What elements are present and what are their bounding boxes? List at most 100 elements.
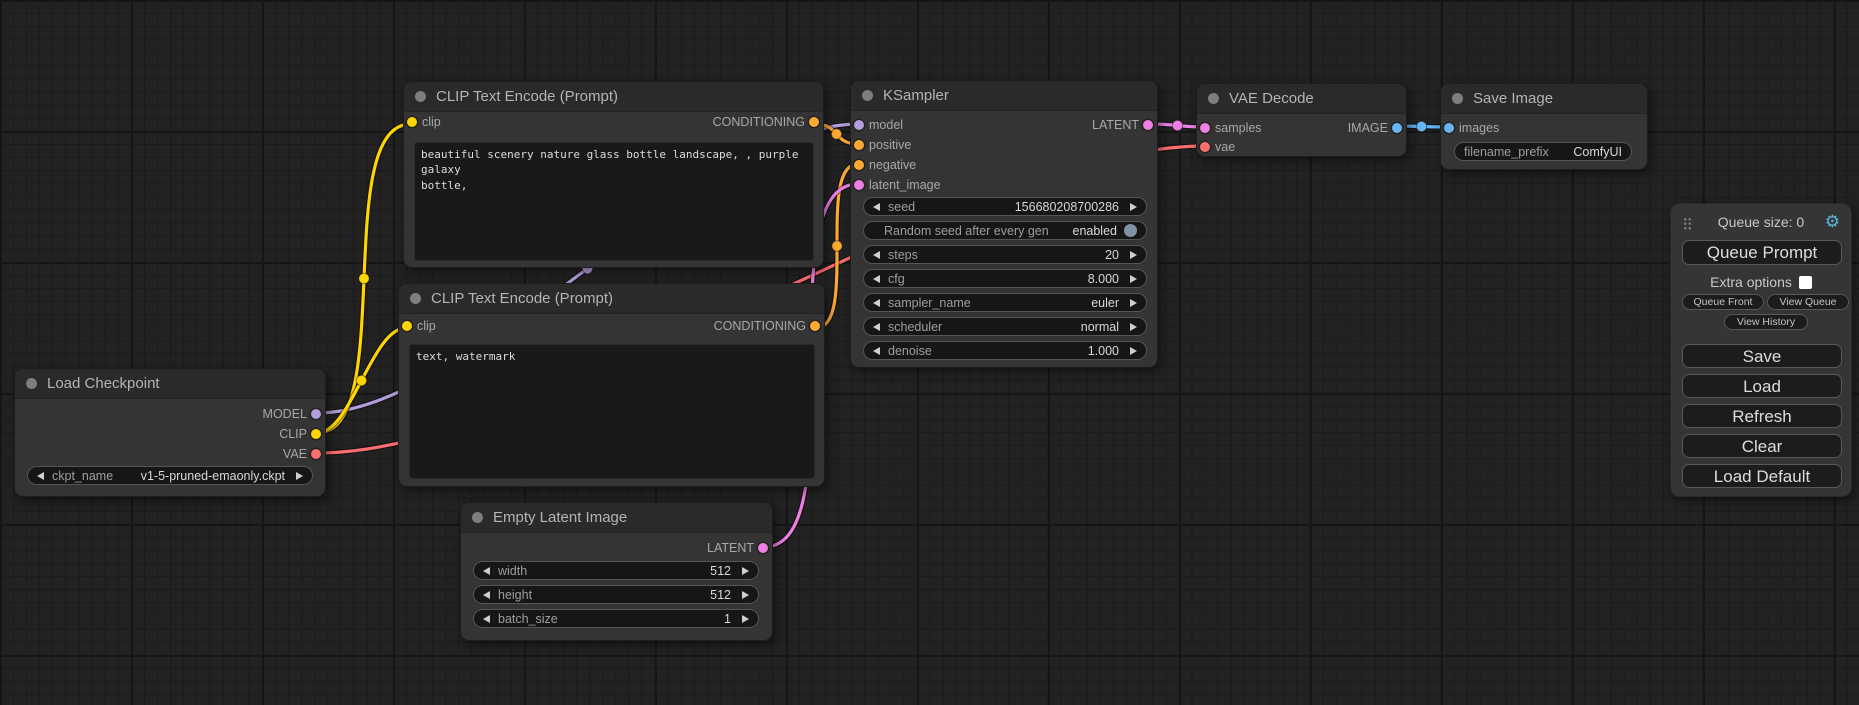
- widget-cfg[interactable]: cfg 8.000: [863, 269, 1147, 288]
- node-title-bar[interactable]: KSampler: [851, 81, 1157, 111]
- widget-value: ComfyUI: [1573, 145, 1622, 159]
- widget-width[interactable]: width 512: [473, 561, 759, 580]
- collapse-dot-icon[interactable]: [410, 293, 421, 304]
- input-slot-latent-image[interactable]: [854, 180, 864, 190]
- node-title-bar[interactable]: Load Checkpoint: [15, 369, 325, 399]
- collapse-dot-icon[interactable]: [1208, 93, 1219, 104]
- comfyui-canvas[interactable]: { "colors": { "MODEL": "#B39DDB", "CLIP"…: [0, 0, 1859, 705]
- output-slot-conditioning[interactable]: [809, 117, 819, 127]
- increment-arrow-icon[interactable]: [1130, 251, 1137, 259]
- input-slot-positive[interactable]: [854, 140, 864, 150]
- widget-value: v1-5-pruned-emaonly.ckpt: [141, 469, 285, 483]
- decrement-arrow-icon[interactable]: [873, 323, 880, 331]
- node-title-bar[interactable]: CLIP Text Encode (Prompt): [399, 284, 824, 314]
- decrement-arrow-icon[interactable]: [873, 347, 880, 355]
- output-slot-latent[interactable]: [1143, 120, 1153, 130]
- collapse-dot-icon[interactable]: [1452, 93, 1463, 104]
- widget-height[interactable]: height 512: [473, 585, 759, 604]
- queue-front-button[interactable]: Queue Front: [1682, 294, 1764, 310]
- toggle-dot-icon[interactable]: [1124, 224, 1137, 237]
- output-slot-latent[interactable]: [758, 543, 768, 553]
- output-label-conditioning: CONDITIONING: [713, 114, 805, 130]
- node-empty-latent-image[interactable]: Empty Latent Image LATENT width 512 heig…: [460, 502, 773, 641]
- prompt-textarea[interactable]: text, watermark: [409, 344, 815, 479]
- decrement-arrow-icon[interactable]: [873, 203, 880, 211]
- increment-arrow-icon[interactable]: [296, 472, 303, 480]
- widget-value: enabled: [1073, 224, 1118, 238]
- input-slot-clip[interactable]: [402, 321, 412, 331]
- prompt-textarea[interactable]: beautiful scenery nature glass bottle la…: [414, 142, 814, 261]
- node-title-bar[interactable]: CLIP Text Encode (Prompt): [404, 82, 823, 112]
- node-title: Load Checkpoint: [47, 375, 160, 392]
- output-slot-model[interactable]: [311, 409, 321, 419]
- save-button[interactable]: Save: [1682, 344, 1842, 368]
- decrement-arrow-icon[interactable]: [483, 615, 490, 623]
- view-queue-button[interactable]: View Queue: [1767, 294, 1849, 310]
- clear-button[interactable]: Clear: [1682, 434, 1842, 458]
- output-slot-vae[interactable]: [311, 449, 321, 459]
- queue-prompt-button[interactable]: Queue Prompt: [1682, 240, 1842, 265]
- node-save-image[interactable]: Save Image images filename_prefix ComfyU…: [1440, 83, 1648, 170]
- widget-random-seed-toggle[interactable]: Random seed after every gen enabled: [863, 221, 1147, 240]
- increment-arrow-icon[interactable]: [1130, 275, 1137, 283]
- decrement-arrow-icon[interactable]: [37, 472, 44, 480]
- increment-arrow-icon[interactable]: [742, 567, 749, 575]
- output-label-image: IMAGE: [1348, 120, 1388, 136]
- increment-arrow-icon[interactable]: [742, 591, 749, 599]
- node-load-checkpoint[interactable]: Load Checkpoint MODEL CLIP VAE ckpt_name…: [14, 368, 326, 497]
- extra-options-checkbox[interactable]: [1799, 276, 1812, 289]
- input-slot-samples[interactable]: [1200, 123, 1210, 133]
- widget-ckpt-name[interactable]: ckpt_name v1-5-pruned-emaonly.ckpt: [27, 466, 313, 485]
- queue-menu-panel[interactable]: Queue size: 0 ⚙ Queue Prompt Extra optio…: [1670, 203, 1852, 497]
- node-vae-decode[interactable]: VAE Decode samples IMAGE vae: [1196, 83, 1407, 157]
- widget-batch-size[interactable]: batch_size 1: [473, 609, 759, 628]
- increment-arrow-icon[interactable]: [1130, 203, 1137, 211]
- widget-label: batch_size: [498, 612, 558, 626]
- collapse-dot-icon[interactable]: [26, 378, 37, 389]
- input-slot-model[interactable]: [854, 120, 864, 130]
- collapse-dot-icon[interactable]: [415, 91, 426, 102]
- decrement-arrow-icon[interactable]: [873, 299, 880, 307]
- input-slot-negative[interactable]: [854, 160, 864, 170]
- collapse-dot-icon[interactable]: [472, 512, 483, 523]
- node-clip-text-encode-negative[interactable]: CLIP Text Encode (Prompt) clip CONDITION…: [398, 283, 825, 487]
- widget-label: seed: [888, 200, 915, 214]
- settings-gear-icon[interactable]: ⚙: [1825, 212, 1840, 232]
- widget-denoise[interactable]: denoise 1.000: [863, 341, 1147, 360]
- input-slot-clip[interactable]: [407, 117, 417, 127]
- load-default-button[interactable]: Load Default: [1682, 464, 1842, 488]
- widget-scheduler[interactable]: scheduler normal: [863, 317, 1147, 336]
- node-title-bar[interactable]: Save Image: [1441, 84, 1647, 114]
- collapse-dot-icon[interactable]: [862, 90, 873, 101]
- decrement-arrow-icon[interactable]: [483, 567, 490, 575]
- widget-filename-prefix[interactable]: filename_prefix ComfyUI: [1454, 142, 1632, 161]
- widget-steps[interactable]: steps 20: [863, 245, 1147, 264]
- view-history-button[interactable]: View History: [1724, 314, 1808, 330]
- node-title-bar[interactable]: VAE Decode: [1197, 84, 1406, 114]
- output-slot-image[interactable]: [1392, 123, 1402, 133]
- input-label-vae: vae: [1215, 139, 1235, 155]
- node-title-bar[interactable]: Empty Latent Image: [461, 503, 772, 533]
- widget-sampler-name[interactable]: sampler_name euler: [863, 293, 1147, 312]
- widget-value: 8.000: [1088, 272, 1119, 286]
- input-label-latent-image: latent_image: [869, 177, 941, 193]
- increment-arrow-icon[interactable]: [1130, 347, 1137, 355]
- output-slot-clip[interactable]: [311, 429, 321, 439]
- refresh-button[interactable]: Refresh: [1682, 404, 1842, 428]
- widget-value: 512: [710, 588, 731, 602]
- output-slot-conditioning[interactable]: [810, 321, 820, 331]
- widget-seed[interactable]: seed 156680208700286: [863, 197, 1147, 216]
- increment-arrow-icon[interactable]: [1130, 323, 1137, 331]
- decrement-arrow-icon[interactable]: [873, 275, 880, 283]
- input-slot-vae[interactable]: [1200, 142, 1210, 152]
- decrement-arrow-icon[interactable]: [873, 251, 880, 259]
- increment-arrow-icon[interactable]: [1130, 299, 1137, 307]
- decrement-arrow-icon[interactable]: [483, 591, 490, 599]
- node-clip-text-encode-positive[interactable]: CLIP Text Encode (Prompt) clip CONDITION…: [403, 81, 824, 268]
- widget-value: 1.000: [1088, 344, 1119, 358]
- increment-arrow-icon[interactable]: [742, 615, 749, 623]
- input-slot-images[interactable]: [1444, 123, 1454, 133]
- load-button[interactable]: Load: [1682, 374, 1842, 398]
- node-ksampler[interactable]: KSampler model LATENT positive negative …: [850, 80, 1158, 368]
- widget-value: 512: [710, 564, 731, 578]
